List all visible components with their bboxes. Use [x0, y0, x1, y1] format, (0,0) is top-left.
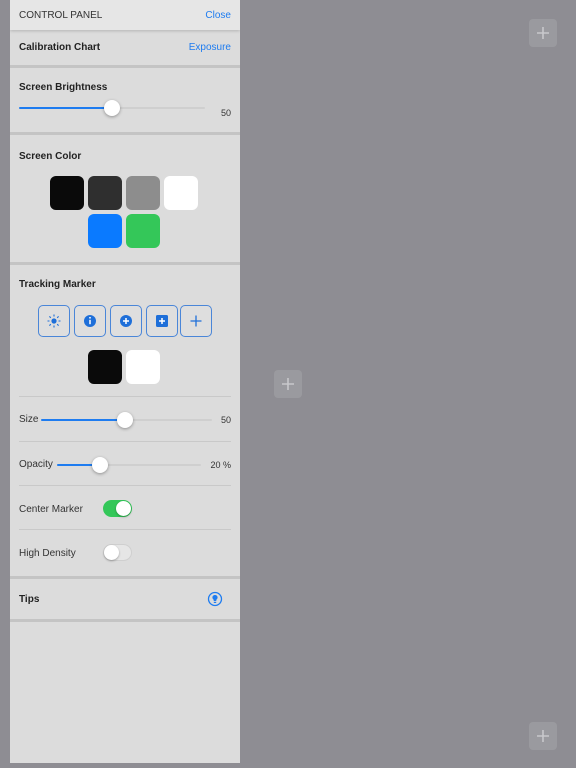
swatch-black[interactable]	[50, 176, 84, 210]
add-marker-bottom-right-button[interactable]	[529, 722, 557, 750]
plus-square-icon	[156, 315, 168, 327]
add-marker-center-button[interactable]	[274, 370, 302, 398]
divider	[19, 529, 231, 530]
brightness-slider-fill	[19, 107, 112, 109]
plus-icon	[537, 27, 549, 39]
swatch-gray[interactable]	[126, 176, 160, 210]
sun-icon	[47, 314, 61, 328]
plus-icon	[190, 315, 202, 327]
brightness-value: 50	[220, 108, 231, 118]
tracking-marker-section: Tracking Marker Size 50 Opacity 20 % Cen…	[10, 265, 240, 576]
marker-plus-square[interactable]	[146, 305, 178, 337]
high-density-toggle[interactable]	[103, 544, 132, 561]
size-label: Size	[19, 414, 39, 425]
size-slider[interactable]	[41, 412, 212, 428]
tracking-marker-title: Tracking Marker	[19, 279, 96, 290]
brightness-slider[interactable]	[19, 100, 205, 116]
divider	[19, 485, 231, 486]
divider	[19, 396, 231, 397]
marker-info-circle[interactable]	[74, 305, 106, 337]
panel-title: CONTROL PANEL	[19, 9, 103, 21]
size-slider-thumb[interactable]	[117, 412, 133, 428]
brightness-section: Screen Brightness 50	[10, 68, 240, 132]
control-panel: CONTROL PANEL Close Calibration Chart Ex…	[10, 0, 240, 763]
divider	[19, 441, 231, 442]
opacity-label: Opacity	[19, 459, 53, 470]
tips-row[interactable]: Tips	[10, 579, 240, 619]
marker-plus-circle[interactable]	[110, 305, 142, 337]
add-marker-top-right-button[interactable]	[529, 19, 557, 47]
high-density-toggle-knob	[104, 545, 119, 560]
divider	[10, 619, 240, 622]
brightness-title: Screen Brightness	[19, 82, 108, 93]
tips-label: Tips	[19, 593, 40, 605]
screen-color-title: Screen Color	[19, 151, 82, 162]
opacity-slider[interactable]	[57, 457, 201, 473]
size-slider-fill	[41, 419, 125, 421]
swatch-white[interactable]	[164, 176, 198, 210]
brightness-slider-thumb[interactable]	[104, 100, 120, 116]
marker-color-black[interactable]	[88, 350, 122, 384]
high-density-label: High Density	[19, 548, 76, 559]
calibration-row: Calibration Chart Exposure	[10, 30, 240, 65]
info-circle-icon	[84, 315, 96, 327]
swatch-dark-gray[interactable]	[88, 176, 122, 210]
plus-icon	[282, 378, 294, 390]
swatch-green[interactable]	[126, 214, 160, 248]
panel-header: CONTROL PANEL Close	[10, 0, 240, 30]
marker-color-white[interactable]	[126, 350, 160, 384]
size-value: 50	[220, 415, 231, 425]
marker-sun[interactable]	[38, 305, 70, 337]
lightbulb-icon[interactable]	[207, 591, 223, 607]
center-marker-toggle[interactable]	[103, 500, 132, 517]
center-marker-toggle-knob	[116, 501, 131, 516]
calibration-label: Calibration Chart	[19, 42, 101, 53]
plus-circle-icon	[120, 315, 132, 327]
close-button[interactable]: Close	[205, 10, 231, 21]
center-marker-label: Center Marker	[19, 504, 83, 515]
screen-color-section: Screen Color	[10, 135, 240, 262]
marker-plus[interactable]	[180, 305, 212, 337]
opacity-slider-thumb[interactable]	[92, 457, 108, 473]
swatch-blue[interactable]	[88, 214, 122, 248]
exposure-button[interactable]: Exposure	[189, 42, 231, 53]
plus-icon	[537, 730, 549, 742]
opacity-value: 20 %	[210, 460, 231, 470]
